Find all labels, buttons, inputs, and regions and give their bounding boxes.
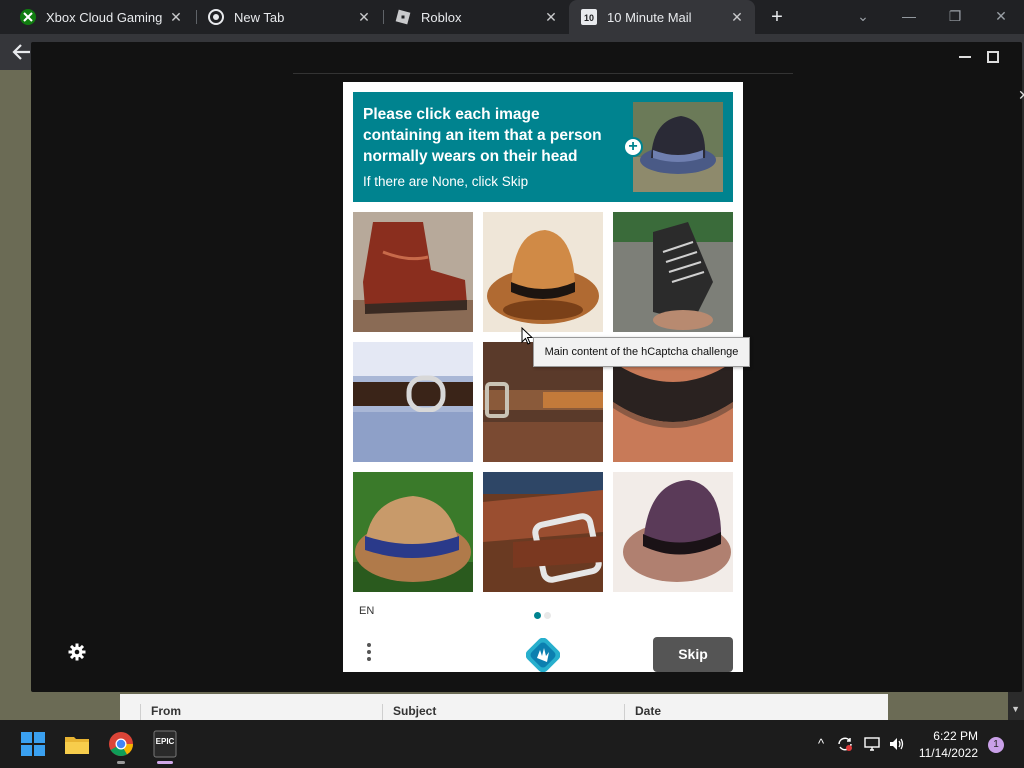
minimize-button[interactable]: — [895,4,923,28]
file-explorer-button[interactable] [62,729,92,759]
windows-start-icon [21,732,45,756]
tab-close-icon[interactable]: ✕ [356,9,372,25]
skip-button[interactable]: Skip [653,637,733,672]
tab-search-button[interactable]: ⌄ [849,4,877,28]
tab-xbox-cloud-gaming[interactable]: Xbox Cloud Gaming (B ✕ [8,0,194,34]
windows-start-button[interactable] [18,729,48,759]
tile-7-straw-hat[interactable] [353,472,473,592]
tab-10-minute-mail[interactable]: 10 10 Minute Mail ✕ [569,0,755,34]
restore-button[interactable]: ❐ [941,4,969,28]
chrome-icon [109,732,133,757]
tile-1-boot[interactable] [353,212,473,332]
chrome-taskbar-button[interactable] [106,729,136,759]
tile-4-belt[interactable] [353,342,473,462]
xbox-icon [20,9,36,25]
epic-active-indicator [157,761,173,764]
challenge-prompt-header: Please click each image containing an it… [353,92,733,202]
page-indicator [544,612,551,619]
expand-example-plus-icon[interactable]: + [623,137,643,157]
overlay-close-icon[interactable]: ✕ [1018,87,1024,104]
overlay-maximize-button[interactable] [987,51,999,63]
ten-minute-mail-icon: 10 [581,9,597,25]
new-tab-button[interactable]: + [766,6,788,28]
mail-header-subject: Subject [382,704,624,720]
notification-badge[interactable]: 1 [988,737,1004,753]
close-window-button[interactable]: ✕ [987,4,1015,28]
straw-hat-image [353,472,473,592]
epic-label: EPIC [156,737,175,746]
settings-gear-button[interactable] [68,643,86,661]
belt-jeans-image [353,342,473,462]
chrome-icon [208,9,224,25]
svg-text:10: 10 [584,13,594,23]
tab-title: 10 Minute Mail [607,9,692,25]
windows-taskbar: EPIC ^ 6:22 PM 11/14/2022 1 [0,720,1024,768]
show-hidden-icons-chevron-up-icon[interactable]: ^ [812,736,830,752]
sneaker-image [613,212,733,332]
hcaptcha-challenge: Please click each image containing an it… [343,82,743,673]
challenge-prompt-text: Please click each image containing an it… [363,106,602,165]
epic-games-icon: EPIC [153,730,177,758]
cowboy-hat-image [483,212,603,332]
more-options-dot [367,657,371,661]
scroll-down-arrow-icon[interactable]: ▼ [1011,704,1020,714]
mail-header-date: Date [624,704,866,720]
page-indicator-active [534,612,541,619]
leather-belt-image [483,472,603,592]
tab-title: Roblox [421,9,462,25]
hcaptcha-logo-icon[interactable] [525,637,561,673]
tab-close-icon[interactable]: ✕ [729,9,745,25]
mouse-cursor-icon [521,326,534,345]
browser-tab-strip: Xbox Cloud Gaming (B ✕ New Tab ✕ Roblox … [0,0,1024,34]
hcaptcha-tooltip: Main content of the hCaptcha challenge [533,337,750,367]
tile-9-hat[interactable] [613,472,733,592]
tab-new-tab[interactable]: New Tab ✕ [196,0,382,34]
tile-8-belt-buckle[interactable] [483,472,603,592]
file-explorer-icon [65,737,89,754]
tab-roblox[interactable]: Roblox ✕ [383,0,569,34]
clock-time[interactable]: 6:22 PM [930,729,978,743]
tab-close-icon[interactable]: ✕ [543,9,559,25]
fedora-hat-image [613,472,733,592]
epic-games-button[interactable]: EPIC [150,729,180,759]
clock-date[interactable]: 11/14/2022 [914,746,978,760]
network-icon[interactable] [863,736,881,752]
tile-2-hat[interactable] [483,212,603,332]
captcha-menu-button[interactable] [364,640,374,670]
gear-icon [68,643,86,661]
challenge-subprompt-text: If there are None, click Skip [363,174,529,189]
volume-icon[interactable] [888,736,906,752]
example-image-hat [633,102,723,192]
language-selector[interactable]: EN [359,605,374,617]
sync-icon[interactable] [836,736,854,752]
tab-title: Xbox Cloud Gaming (B [46,9,164,25]
boot-image [353,212,473,332]
divider [293,73,793,74]
mail-inbox-panel: From Subject Date [120,694,888,720]
tile-3-sneaker[interactable] [613,212,733,332]
overlay-minimize-button[interactable] [959,56,971,58]
more-options-dot [367,650,371,654]
roblox-icon [395,9,411,25]
more-options-dot [367,643,371,647]
tab-close-icon[interactable]: ✕ [168,9,184,25]
chrome-running-indicator [117,761,125,764]
mail-header-from: From [140,704,382,720]
tab-title: New Tab [234,9,285,25]
